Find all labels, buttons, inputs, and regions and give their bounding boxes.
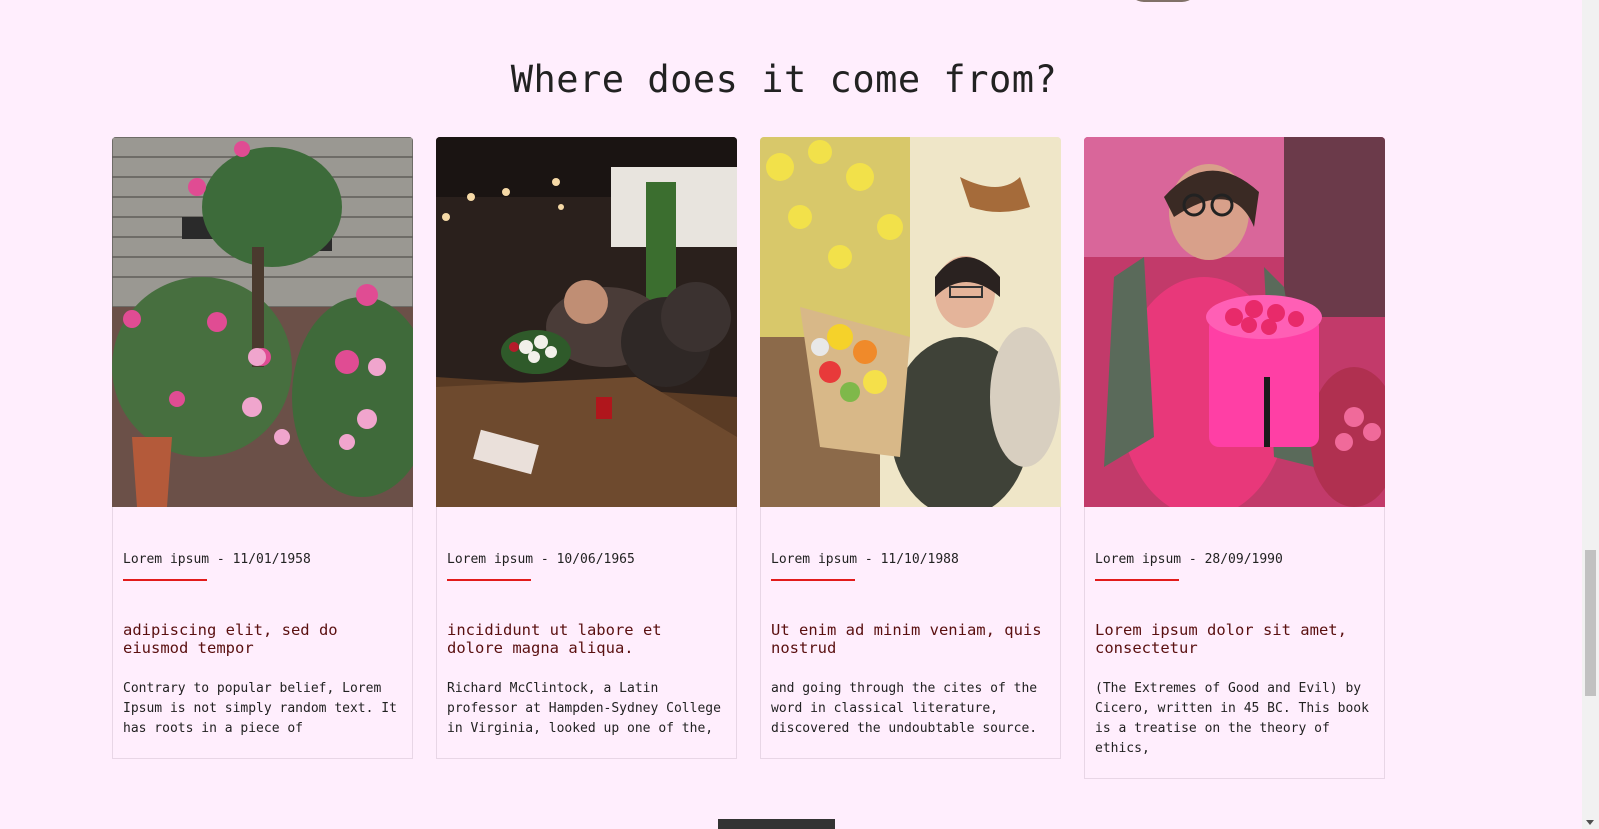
card-text: and going through the cites of the word … bbox=[771, 681, 1038, 736]
card-text: Contrary to popular belief, Lorem Ipsum … bbox=[123, 681, 397, 736]
scroll-down-arrow-icon[interactable] bbox=[1586, 820, 1594, 825]
accent-divider bbox=[447, 579, 531, 581]
card-meta: Lorem ipsum - 11/10/1988 bbox=[771, 552, 959, 567]
card-meta: Lorem ipsum - 28/09/1990 bbox=[1095, 552, 1283, 567]
card-text: (The Extremes of Good and Evil) by Cicer… bbox=[1095, 681, 1369, 756]
card-title[interactable]: Lorem ipsum dolor sit amet, consectetur bbox=[1095, 621, 1374, 657]
card-image-restaurant[interactable] bbox=[436, 137, 737, 507]
card-body: Lorem ipsum - 10/06/1965 incididunt ut l… bbox=[437, 551, 736, 753]
scrollbar-thumb[interactable] bbox=[1585, 550, 1596, 696]
card[interactable]: Lorem ipsum - 11/01/1958 adipiscing elit… bbox=[112, 137, 413, 759]
page: Where does it come from? Lorem ipsum - 1… bbox=[0, 0, 1599, 829]
accent-divider bbox=[1095, 579, 1179, 581]
card[interactable]: Lorem ipsum - 10/06/1965 incididunt ut l… bbox=[436, 137, 737, 759]
accent-divider bbox=[771, 579, 855, 581]
card-body: Lorem ipsum - 11/01/1958 adipiscing elit… bbox=[113, 551, 412, 753]
card-image-florist[interactable] bbox=[760, 137, 1061, 507]
card-image-flower-basket[interactable] bbox=[1084, 137, 1385, 507]
card-image-peony-garden[interactable] bbox=[112, 137, 413, 507]
section-title: Where does it come from? bbox=[510, 58, 1058, 101]
card-text: Richard McClintock, a Latin professor at… bbox=[447, 681, 721, 736]
card-body: Lorem ipsum - 11/10/1988 Ut enim ad mini… bbox=[761, 551, 1060, 753]
card-body: Lorem ipsum - 28/09/1990 Lorem ipsum dol… bbox=[1085, 551, 1384, 773]
load-more-button[interactable] bbox=[718, 819, 835, 829]
card-meta: Lorem ipsum - 11/01/1958 bbox=[123, 552, 311, 567]
accent-divider bbox=[123, 579, 207, 581]
card-meta: Lorem ipsum - 10/06/1965 bbox=[447, 552, 635, 567]
card-title[interactable]: adipiscing elit, sed do eiusmod tempor bbox=[123, 621, 402, 657]
card-title[interactable]: incididunt ut labore et dolore magna ali… bbox=[447, 621, 726, 657]
avatar bbox=[1128, 0, 1198, 2]
card[interactable]: Lorem ipsum - 28/09/1990 Lorem ipsum dol… bbox=[1084, 137, 1385, 779]
vertical-scrollbar[interactable] bbox=[1582, 0, 1599, 829]
card[interactable]: Lorem ipsum - 11/10/1988 Ut enim ad mini… bbox=[760, 137, 1061, 759]
card-title[interactable]: Ut enim ad minim veniam, quis nostrud bbox=[771, 621, 1050, 657]
